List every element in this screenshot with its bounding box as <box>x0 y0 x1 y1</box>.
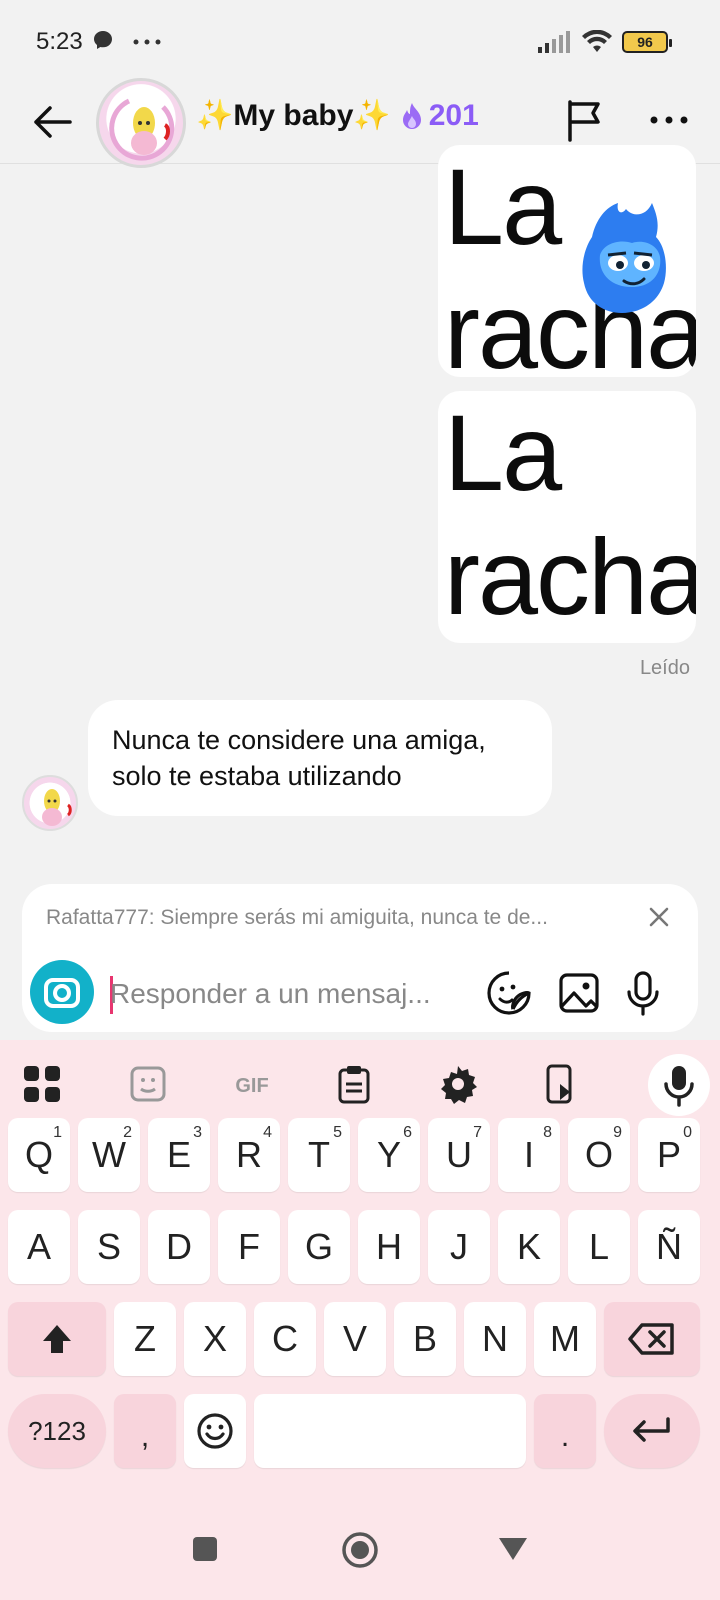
settings-gear-icon[interactable] <box>436 1062 480 1106</box>
status-bar: 5:23 96 <box>0 0 720 84</box>
key-w[interactable]: W2 <box>78 1118 140 1192</box>
flame-icon <box>402 102 421 129</box>
report-flag-icon[interactable] <box>564 98 604 142</box>
keyboard-toolbar: GIF <box>0 1040 720 1128</box>
camera-button[interactable] <box>30 960 94 1024</box>
voice-input-button[interactable] <box>648 1054 710 1116</box>
key-d[interactable]: D <box>148 1210 210 1284</box>
backspace-icon <box>628 1323 674 1355</box>
key-j[interactable]: J <box>428 1210 490 1284</box>
camera-icon <box>44 978 80 1008</box>
symbols-key[interactable]: ?123 <box>8 1394 106 1468</box>
key-k[interactable]: K <box>498 1210 560 1284</box>
key-i[interactable]: I8 <box>498 1118 560 1192</box>
svg-text:GIF: GIF <box>235 1075 268 1097</box>
key-g[interactable]: G <box>288 1210 350 1284</box>
key-z[interactable]: Z <box>114 1302 176 1376</box>
contact-name: ✨My baby✨ <box>196 99 391 132</box>
key-v[interactable]: V <box>324 1302 386 1376</box>
smiley-icon <box>197 1413 233 1449</box>
sender-avatar[interactable] <box>22 775 78 831</box>
comma-key[interactable]: , <box>114 1394 176 1468</box>
messenger-icon <box>94 31 112 49</box>
key-l[interactable]: L <box>568 1210 630 1284</box>
emoji-key[interactable] <box>184 1394 246 1468</box>
sticker-message[interactable]: La racha <box>438 391 696 643</box>
read-receipt: Leído <box>639 657 690 679</box>
status-time: 5:23 <box>36 28 83 55</box>
on-screen-keyboard: GIF Q1 W2 E3 R4 T5 Y6 U7 I8 O 9 P 0 A S … <box>0 1040 720 1600</box>
message-composer: Rafatta777: Siempre serás mi amiguita, n… <box>22 884 698 1032</box>
key-c[interactable]: C <box>254 1302 316 1376</box>
sticker-message[interactable]: La racha <box>438 145 696 377</box>
system-nav-bar <box>0 1504 720 1600</box>
key-t[interactable]: T5 <box>288 1118 350 1192</box>
recents-square-icon[interactable] <box>190 1534 220 1564</box>
sticker-icon[interactable] <box>486 970 532 1016</box>
microphone-icon <box>664 1066 694 1107</box>
key-f[interactable]: F <box>218 1210 280 1284</box>
message-list[interactable]: La racha La racha Leído Nunca te conside… <box>0 145 720 885</box>
key-n-tilde[interactable]: Ñ <box>638 1210 700 1284</box>
more-dots-icon <box>133 39 161 45</box>
enter-return-icon <box>633 1417 670 1442</box>
wifi-icon <box>582 30 612 52</box>
enter-key[interactable] <box>604 1394 700 1468</box>
shift-key[interactable] <box>8 1302 106 1376</box>
battery-indicator: 96 <box>622 31 672 53</box>
key-o[interactable]: O9 <box>568 1118 630 1192</box>
key-p[interactable]: P0 <box>638 1118 700 1192</box>
apps-grid-icon[interactable] <box>20 1062 64 1106</box>
microphone-icon[interactable] <box>620 970 666 1016</box>
key-s[interactable]: S <box>78 1210 140 1284</box>
message-input[interactable] <box>110 970 490 1018</box>
notification-icons <box>92 28 162 54</box>
close-reply-icon[interactable] <box>644 902 674 932</box>
back-triangle-icon[interactable] <box>496 1534 530 1564</box>
signal-icon <box>538 31 570 53</box>
key-h[interactable]: H <box>358 1210 420 1284</box>
more-options-icon[interactable] <box>648 98 690 142</box>
streak-count: 201 <box>428 98 479 132</box>
home-circle-icon[interactable] <box>340 1530 380 1570</box>
banana-character-image <box>42 789 72 826</box>
reply-preview: Rafatta777: Siempre serás mi amiguita, n… <box>46 906 548 929</box>
blue-fire-character-icon <box>582 203 666 313</box>
key-row-2: A S D F G H J K L Ñ <box>0 1210 720 1284</box>
streak-badge: 201 <box>401 99 479 133</box>
key-q[interactable]: Q1 <box>8 1118 70 1192</box>
key-u[interactable]: U7 <box>428 1118 490 1192</box>
key-x[interactable]: X <box>184 1302 246 1376</box>
backspace-key[interactable] <box>604 1302 700 1376</box>
key-y[interactable]: Y6 <box>358 1118 420 1192</box>
period-key[interactable]: . <box>534 1394 596 1468</box>
back-arrow-icon[interactable] <box>30 100 74 144</box>
key-b[interactable]: B <box>394 1302 456 1376</box>
clipboard-icon[interactable] <box>332 1062 376 1106</box>
space-bar[interactable] <box>254 1394 526 1468</box>
image-icon[interactable] <box>556 970 602 1016</box>
key-r[interactable]: R4 <box>218 1118 280 1192</box>
key-a[interactable]: A <box>8 1210 70 1284</box>
key-e[interactable]: E3 <box>148 1118 210 1192</box>
gif-icon[interactable]: GIF <box>228 1062 276 1106</box>
key-m[interactable]: M <box>534 1302 596 1376</box>
phone-layout-icon[interactable] <box>538 1062 582 1106</box>
key-n[interactable]: N <box>464 1302 526 1376</box>
emoji-sticker-icon[interactable] <box>126 1062 170 1106</box>
banana-character-image <box>109 98 175 161</box>
incoming-message[interactable]: Nunca te considere una amiga, solo te es… <box>88 700 552 816</box>
key-row-1: Q1 W2 E3 R4 T5 Y6 U7 I8 O9 P0 <box>0 1118 720 1192</box>
contact-avatar[interactable] <box>96 78 186 168</box>
shift-arrow-icon <box>43 1325 71 1353</box>
key-row-3: Z X C V B N M <box>0 1302 720 1376</box>
chat-title[interactable]: ✨My baby✨ 201 <box>196 98 479 133</box>
sticker-text: La racha <box>444 392 696 637</box>
key-row-4: ?123 , . <box>0 1394 720 1468</box>
